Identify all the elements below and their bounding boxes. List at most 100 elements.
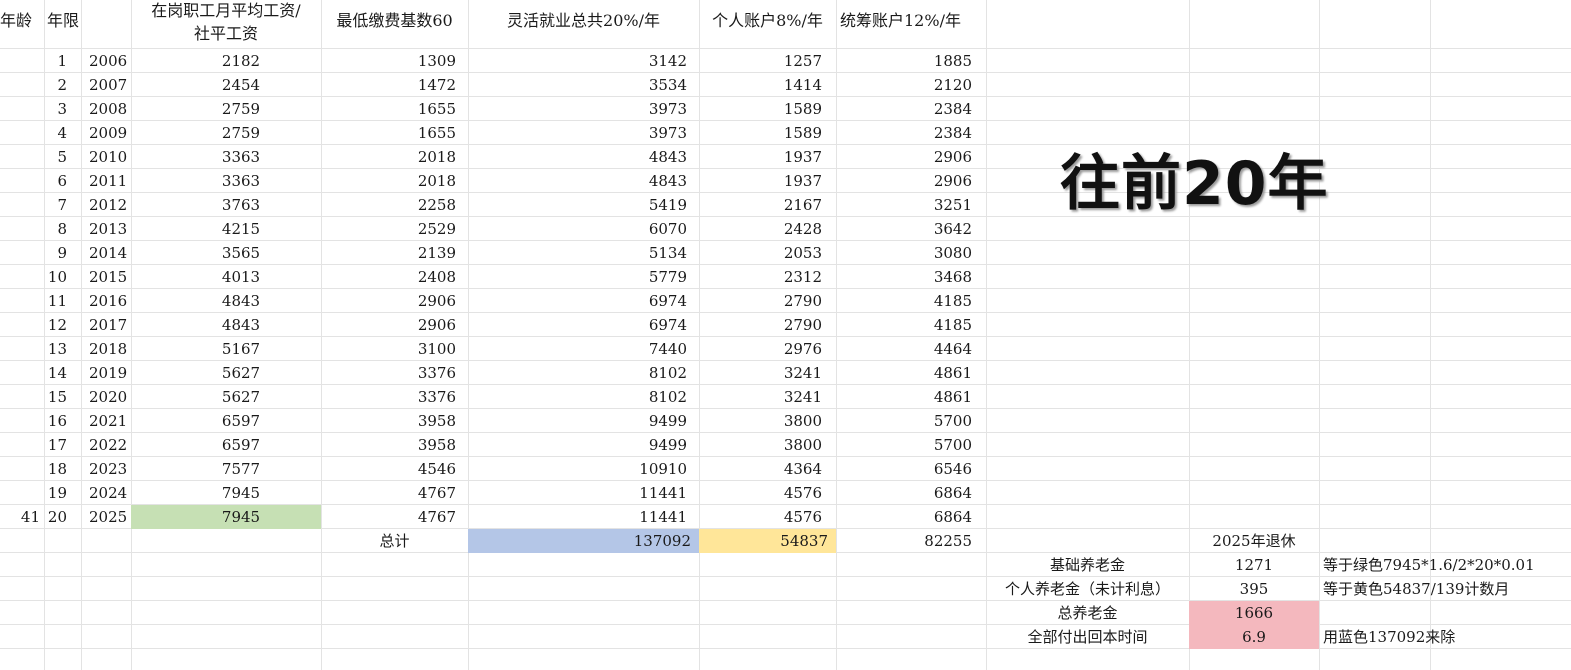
cell-year-index[interactable]: 7 [44, 193, 81, 217]
cell-personal-account[interactable]: 2167 [699, 193, 836, 217]
cell-flex-total[interactable]: 4843 [468, 169, 699, 193]
cell-age[interactable] [0, 433, 44, 457]
cell-flex-total[interactable]: 4843 [468, 145, 699, 169]
cell-pooled-account[interactable]: 2384 [836, 97, 986, 121]
cell-flex-total[interactable]: 11441 [468, 505, 699, 529]
cell-min-base[interactable]: 2018 [321, 169, 468, 193]
cell-avg-wage[interactable]: 4013 [131, 265, 321, 289]
totals-personal[interactable]: 54837 [699, 529, 836, 553]
cell-personal-account[interactable]: 1937 [699, 145, 836, 169]
cell-min-base[interactable]: 3958 [321, 433, 468, 457]
cell-year[interactable]: 2023 [81, 457, 131, 481]
cell-year[interactable]: 2010 [81, 145, 131, 169]
cell-age[interactable] [0, 169, 44, 193]
cell-avg-wage[interactable]: 5627 [131, 385, 321, 409]
cell-year[interactable]: 2017 [81, 313, 131, 337]
cell-age[interactable] [0, 217, 44, 241]
cell-year[interactable]: 2016 [81, 289, 131, 313]
cell-personal-account[interactable]: 1589 [699, 121, 836, 145]
cell-flex-total[interactable]: 6974 [468, 289, 699, 313]
summary-basic-label[interactable]: 基础养老金 [986, 553, 1189, 577]
cell-personal-account[interactable]: 4364 [699, 457, 836, 481]
cell-year[interactable]: 2006 [81, 49, 131, 73]
summary-payback-value[interactable]: 6.9 [1189, 625, 1319, 649]
cell-min-base[interactable]: 1309 [321, 49, 468, 73]
cell-age[interactable] [0, 73, 44, 97]
cell-personal-account[interactable]: 1937 [699, 169, 836, 193]
cell-avg-wage[interactable]: 2759 [131, 121, 321, 145]
cell-age[interactable] [0, 193, 44, 217]
cell-pooled-account[interactable]: 3080 [836, 241, 986, 265]
cell-personal-account[interactable]: 2976 [699, 337, 836, 361]
cell-year[interactable]: 2007 [81, 73, 131, 97]
cell-flex-total[interactable]: 3973 [468, 97, 699, 121]
retire-label[interactable]: 2025年退休 [1189, 529, 1319, 553]
cell-age[interactable] [0, 361, 44, 385]
cell-flex-total[interactable]: 6974 [468, 313, 699, 337]
cell-pooled-account[interactable]: 4861 [836, 361, 986, 385]
cell-year[interactable]: 2013 [81, 217, 131, 241]
cell-min-base[interactable]: 2258 [321, 193, 468, 217]
cell-avg-wage[interactable]: 3363 [131, 145, 321, 169]
header-flex-total[interactable]: 灵活就业总共20%/年 [468, 9, 699, 33]
cell-flex-total[interactable]: 11441 [468, 481, 699, 505]
cell-personal-account[interactable]: 2053 [699, 241, 836, 265]
summary-personal-value[interactable]: 395 [1189, 577, 1319, 601]
cell-year[interactable]: 2020 [81, 385, 131, 409]
cell-personal-account[interactable]: 3800 [699, 409, 836, 433]
cell-age[interactable] [0, 289, 44, 313]
header-avg-wage-line1[interactable]: 在岗职工月平均工资/ [131, 0, 321, 22]
cell-personal-account[interactable]: 4576 [699, 481, 836, 505]
cell-personal-account[interactable]: 1414 [699, 73, 836, 97]
cell-pooled-account[interactable]: 4185 [836, 313, 986, 337]
summary-payback-label[interactable]: 全部付出回本时间 [986, 625, 1189, 649]
summary-personal-note[interactable]: 等于黄色54837/139计数月 [1319, 577, 1571, 601]
cell-min-base[interactable]: 2139 [321, 241, 468, 265]
cell-flex-total[interactable]: 5779 [468, 265, 699, 289]
cell-min-base[interactable]: 4767 [321, 505, 468, 529]
cell-personal-account[interactable]: 2790 [699, 289, 836, 313]
cell-year-index[interactable]: 2 [44, 73, 81, 97]
cell-min-base[interactable]: 2906 [321, 313, 468, 337]
cell-pooled-account[interactable]: 3468 [836, 265, 986, 289]
cell-avg-wage[interactable]: 5627 [131, 361, 321, 385]
cell-pooled-account[interactable]: 6864 [836, 481, 986, 505]
cell-flex-total[interactable]: 6070 [468, 217, 699, 241]
cell-age[interactable] [0, 49, 44, 73]
cell-avg-wage[interactable]: 4843 [131, 289, 321, 313]
cell-age[interactable] [0, 121, 44, 145]
cell-year-index[interactable]: 18 [44, 457, 81, 481]
cell-flex-total[interactable]: 8102 [468, 361, 699, 385]
cell-pooled-account[interactable]: 6546 [836, 457, 986, 481]
cell-year-index[interactable]: 5 [44, 145, 81, 169]
cell-personal-account[interactable]: 3241 [699, 385, 836, 409]
header-years[interactable]: 年限 [47, 9, 81, 33]
cell-year[interactable]: 2022 [81, 433, 131, 457]
cell-flex-total[interactable]: 9499 [468, 433, 699, 457]
cell-year[interactable]: 2008 [81, 97, 131, 121]
cell-year-index[interactable]: 11 [44, 289, 81, 313]
cell-personal-account[interactable]: 2428 [699, 217, 836, 241]
cell-year-index[interactable]: 12 [44, 313, 81, 337]
cell-min-base[interactable]: 2906 [321, 289, 468, 313]
cell-pooled-account[interactable]: 6864 [836, 505, 986, 529]
cell-flex-total[interactable]: 9499 [468, 409, 699, 433]
cell-year-index[interactable]: 17 [44, 433, 81, 457]
header-personal-account[interactable]: 个人账户8%/年 [699, 9, 836, 33]
cell-pooled-account[interactable]: 2384 [836, 121, 986, 145]
cell-year[interactable]: 2024 [81, 481, 131, 505]
cell-min-base[interactable]: 2018 [321, 145, 468, 169]
cell-age[interactable] [0, 313, 44, 337]
totals-pooled[interactable]: 82255 [836, 529, 986, 553]
cell-pooled-account[interactable]: 2120 [836, 73, 986, 97]
cell-year[interactable]: 2009 [81, 121, 131, 145]
cell-avg-wage[interactable]: 4843 [131, 313, 321, 337]
cell-min-base[interactable]: 3376 [321, 385, 468, 409]
cell-avg-wage[interactable]: 6597 [131, 409, 321, 433]
cell-age[interactable] [0, 337, 44, 361]
cell-flex-total[interactable]: 3534 [468, 73, 699, 97]
header-age[interactable]: 年龄 [0, 9, 44, 33]
header-pooled-account[interactable]: 统筹账户12%/年 [836, 9, 986, 33]
summary-payback-note[interactable]: 用蓝色137092来除 [1319, 625, 1571, 649]
cell-age[interactable] [0, 481, 44, 505]
